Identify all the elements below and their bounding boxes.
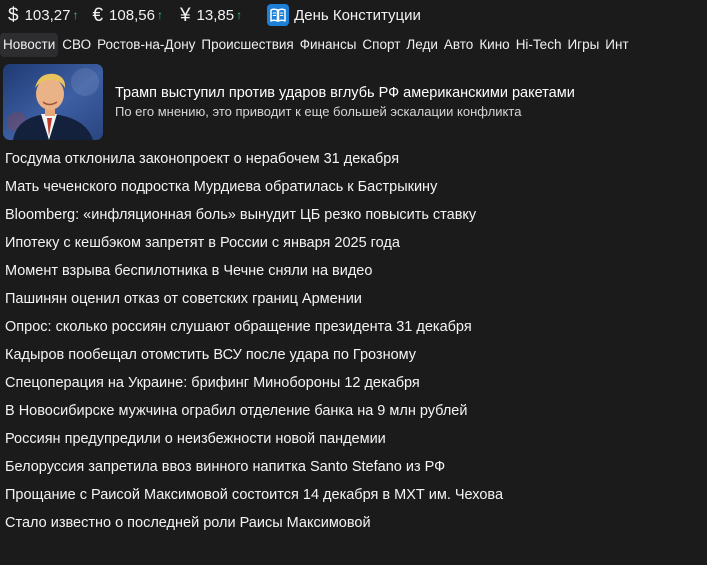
featured-title[interactable]: Трамп выступил против ударов вглубь РФ а… (115, 83, 575, 103)
news-item[interactable]: В Новосибирске мужчина ограбил отделение… (5, 397, 705, 425)
news-item[interactable]: Мать чеченского подростка Мурдиева обрат… (5, 173, 705, 201)
news-item[interactable]: Стало известно о последней роли Раисы Ма… (5, 509, 705, 537)
tab-cinema[interactable]: Кино (477, 33, 511, 57)
eur-rate[interactable]: € 108,56 ↑ (92, 0, 162, 30)
news-list: Госдума отклонила законопроект о нерабоч… (5, 145, 705, 537)
usd-value: 103,27 (24, 6, 71, 24)
tab-rostov[interactable]: Ростов-на-Дону (95, 33, 197, 57)
tab-games[interactable]: Игры (565, 33, 601, 57)
tab-more[interactable]: Инт (603, 33, 630, 57)
tab-lady[interactable]: Леди (404, 33, 440, 57)
holiday-label: День Конституции (294, 6, 421, 24)
news-item[interactable]: Прощание с Раисой Максимовой состоится 1… (5, 481, 705, 509)
news-item[interactable]: Опрос: сколько россиян слушают обращение… (5, 313, 705, 341)
news-item[interactable]: Госдума отклонила законопроект о нерабоч… (5, 145, 705, 173)
news-item[interactable]: Спецоперация на Украине: брифинг Минобор… (5, 369, 705, 397)
yuan-icon: ¥ (179, 4, 191, 26)
cny-rate[interactable]: ¥ 13,85 ↑ (180, 0, 242, 30)
eur-value: 108,56 (109, 6, 155, 24)
featured-article[interactable]: Трамп выступил против ударов вглубь РФ а… (3, 64, 703, 140)
euro-icon: € (92, 4, 104, 26)
currency-bar: $ 103,27 ↑ € 108,56 ↑ ¥ 13,85 ↑ День Кон… (0, 0, 707, 30)
tab-auto[interactable]: Авто (442, 33, 475, 57)
trend-up-icon: ↑ (156, 8, 163, 22)
tab-incidents[interactable]: Происшествия (199, 33, 295, 57)
usd-rate[interactable]: $ 103,27 ↑ (8, 0, 78, 30)
news-item[interactable]: Момент взрыва беспилотника в Чечне сняли… (5, 257, 705, 285)
featured-text: Трамп выступил против ударов вглубь РФ а… (115, 83, 575, 121)
tab-news[interactable]: Новости (0, 33, 59, 57)
tab-finance[interactable]: Финансы (298, 33, 359, 57)
news-item[interactable]: Кадыров пообещал отомстить ВСУ после уда… (5, 341, 705, 369)
holiday-link[interactable]: День Конституции (267, 4, 421, 26)
featured-photo (3, 64, 103, 140)
tab-svo[interactable]: СВО (60, 33, 93, 57)
news-item[interactable]: Пашинян оценил отказ от советских границ… (5, 285, 705, 313)
tab-hitech[interactable]: Hi-Tech (514, 33, 564, 57)
book-icon (267, 4, 290, 26)
featured-subtitle: По его мнению, это приводит к еще больше… (115, 104, 522, 119)
news-item[interactable]: Россиян предупредили о неизбежности ново… (5, 425, 705, 453)
cny-value: 13,85 (196, 6, 235, 24)
tab-sport[interactable]: Спорт (360, 33, 402, 57)
trend-up-icon: ↑ (236, 8, 243, 22)
dollar-icon: $ (8, 4, 19, 26)
news-item[interactable]: Белоруссия запретила ввоз винного напитк… (5, 453, 705, 481)
news-item[interactable]: Bloomberg: «инфляционная боль» вынудит Ц… (5, 201, 705, 229)
news-item[interactable]: Ипотеку с кешбэком запретят в России с я… (5, 229, 705, 257)
trend-up-icon: ↑ (72, 8, 79, 22)
category-tabs: Новости СВО Ростов-на-Дону Происшествия … (0, 33, 707, 57)
